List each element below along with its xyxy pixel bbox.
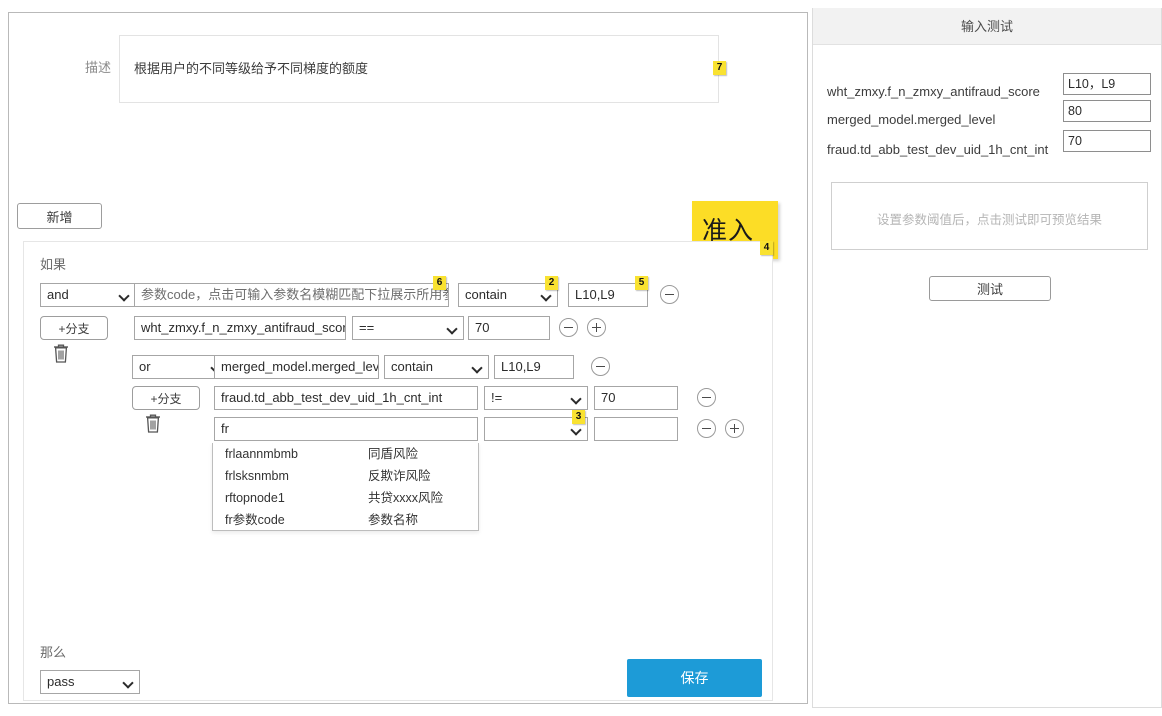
add-branch-button-2[interactable]: +分支 — [132, 386, 200, 410]
param-input-row3-value: merged_model.merged_level — [221, 359, 379, 374]
test-param-value-2: 80 — [1068, 104, 1082, 118]
logic-select-row3-value: or — [139, 359, 151, 374]
param-input-row1-value: 参数code，点击可输入参数名模糊匹配下拉展示所用参数 — [141, 287, 449, 302]
test-param-value-3: 70 — [1068, 134, 1082, 148]
test-param-label-3: fraud.td_abb_test_dev_uid_1h_cnt_int — [827, 142, 1049, 157]
suggestion-name: 反欺诈风险 — [368, 469, 431, 483]
test-param-label-1: wht_zmxy.f_n_zmxy_antifraud_score — [827, 84, 1040, 99]
value-input-row4[interactable]: 70 — [594, 386, 678, 410]
badge-3: 3 — [572, 410, 585, 424]
chevron-down-icon — [572, 395, 581, 401]
test-result-hint: 设置参数阈值后，点击测试即可预览结果 — [876, 213, 1102, 227]
test-param-input-3[interactable]: 70 — [1063, 130, 1151, 152]
add-condition-row5-button[interactable] — [725, 419, 744, 438]
remove-condition-row1-button[interactable] — [660, 285, 679, 304]
operator-select-row2-value: == — [359, 320, 375, 335]
add-branch-button-1[interactable]: +分支 — [40, 316, 108, 340]
then-label: 那么 — [40, 645, 67, 660]
suggestion-item[interactable]: frlsksnmbm 反欺诈风险 — [213, 465, 478, 487]
test-result-box: 设置参数阈值后，点击测试即可预览结果 — [831, 182, 1148, 250]
suggestion-code: rftopnode1 — [225, 491, 285, 505]
value-input-row4-value: 70 — [601, 390, 616, 405]
test-param-value-1: L10，L9 — [1068, 77, 1116, 91]
value-input-row5[interactable] — [594, 417, 678, 441]
if-label: 如果 — [40, 257, 67, 272]
param-input-row2[interactable]: wht_zmxy.f_n_zmxy_antifraud_score — [134, 316, 346, 340]
badge-7: 7 — [713, 61, 726, 75]
description-value: 根据用户的不同等级给予不同梯度的额度 — [134, 61, 369, 76]
suggestion-item[interactable]: frlaannmbmb 同盾风险 — [213, 443, 478, 465]
operator-select-row2[interactable]: == — [352, 316, 464, 340]
test-param-input-1[interactable]: L10，L9 — [1063, 73, 1151, 95]
remove-condition-row3-button[interactable] — [591, 357, 610, 376]
description-textarea[interactable]: 根据用户的不同等级给予不同梯度的额度 — [119, 35, 719, 103]
then-action-value: pass — [47, 674, 75, 689]
suggestion-code: fr参数code — [225, 513, 285, 527]
badge-2: 2 — [545, 276, 558, 290]
delete-group-icon-2[interactable] — [144, 413, 162, 435]
badge-6: 6 — [433, 276, 446, 290]
param-input-row2-value: wht_zmxy.f_n_zmxy_antifraud_score — [141, 320, 346, 335]
input-test-title: 输入测试 — [813, 8, 1161, 45]
chevron-down-icon — [124, 679, 133, 685]
trash-icon — [54, 344, 68, 363]
input-test-panel: 输入测试 wht_zmxy.f_n_zmxy_antifraud_score L… — [812, 8, 1162, 708]
badge-4: 4 — [760, 241, 773, 255]
test-button[interactable]: 测试 — [929, 276, 1051, 301]
operator-select-row1[interactable]: contain — [458, 283, 558, 307]
param-input-row4[interactable]: fraud.td_abb_test_dev_uid_1h_cnt_int — [214, 386, 478, 410]
rule-editor-pane: 描述 根据用户的不同等级给予不同梯度的额度 7 新增 准入 4 如果 and 参… — [8, 12, 808, 704]
suggestion-code: frlsksnmbm — [225, 469, 289, 483]
suggestion-name: 同盾风险 — [368, 447, 419, 461]
test-param-label-2: merged_model.merged_level — [827, 112, 996, 127]
remove-condition-row4-button[interactable] — [697, 388, 716, 407]
suggestion-item[interactable]: rftopnode1 共贷xxxx风险 — [213, 487, 478, 509]
value-input-row2[interactable]: 70 — [468, 316, 550, 340]
then-action-select[interactable]: pass — [40, 670, 140, 694]
suggestion-code: frlaannmbmb — [225, 447, 298, 461]
description-label: 描述 — [84, 60, 111, 75]
save-button[interactable]: 保存 — [627, 659, 762, 697]
chevron-down-icon — [120, 292, 129, 298]
operator-select-row4[interactable]: != — [484, 386, 588, 410]
chevron-down-icon — [542, 292, 551, 298]
value-input-row2-value: 70 — [475, 320, 490, 335]
trash-icon — [146, 414, 160, 433]
chevron-down-icon — [473, 364, 482, 370]
value-input-row3-value: L10,L9 — [501, 359, 541, 374]
description-row: 描述 根据用户的不同等级给予不同梯度的额度 7 — [9, 35, 807, 105]
add-condition-row2-button[interactable] — [587, 318, 606, 337]
param-input-row1[interactable]: 参数code，点击可输入参数名模糊匹配下拉展示所用参数 — [134, 283, 449, 307]
operator-select-row3[interactable]: contain — [384, 355, 489, 379]
remove-condition-row2-button[interactable] — [559, 318, 578, 337]
suggestion-name: 参数名称 — [368, 513, 419, 527]
add-button[interactable]: 新增 — [17, 203, 102, 229]
value-input-row3[interactable]: L10,L9 — [494, 355, 574, 379]
badge-5: 5 — [635, 276, 648, 290]
suggestion-name: 共贷xxxx风险 — [368, 491, 444, 505]
chevron-down-icon — [572, 426, 581, 432]
value-input-row1-value: L10,L9 — [575, 287, 615, 302]
remove-condition-row5-button[interactable] — [697, 419, 716, 438]
param-suggestion-dropdown[interactable]: frlaannmbmb 同盾风险 frlsksnmbm 反欺诈风险 rftopn… — [212, 443, 479, 531]
chevron-down-icon — [448, 325, 457, 331]
test-param-input-2[interactable]: 80 — [1063, 100, 1151, 122]
delete-group-icon-1[interactable] — [52, 343, 70, 365]
param-input-row3[interactable]: merged_model.merged_level — [214, 355, 379, 379]
logic-select-row1[interactable]: and — [40, 283, 136, 307]
operator-select-row3-value: contain — [391, 359, 433, 374]
suggestion-item[interactable]: fr参数code 参数名称 — [213, 509, 478, 531]
param-input-row4-value: fraud.td_abb_test_dev_uid_1h_cnt_int — [221, 390, 443, 405]
param-input-row5-value: fr — [221, 421, 229, 436]
operator-select-row4-value: != — [491, 390, 503, 405]
operator-select-row1-value: contain — [465, 287, 507, 302]
param-input-row5[interactable]: fr — [214, 417, 478, 441]
logic-select-row1-value: and — [47, 287, 69, 302]
